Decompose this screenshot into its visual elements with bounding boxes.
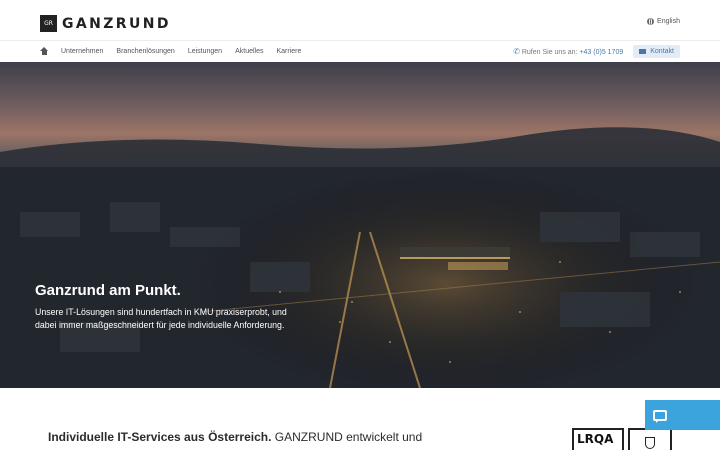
lrqa-badge: LRQA: [572, 428, 624, 450]
globe-icon: [647, 18, 655, 25]
hero-description: Unsere IT-Lösungen sind hundertfach in K…: [35, 307, 287, 330]
nav-item-unternehmen[interactable]: Unternehmen: [61, 48, 103, 55]
intro-rest: GANZRUND entwickelt und: [271, 430, 423, 444]
phone-number[interactable]: +43 (0)5 1709: [579, 49, 623, 56]
crest-badge: [628, 428, 672, 450]
hero-text: Ganzrund am Punkt. Unsere IT-Lösungen si…: [35, 282, 305, 332]
language-label: English: [657, 18, 680, 25]
phone-prefix: Rufen Sie uns an:: [521, 49, 578, 56]
hero-title: Ganzrund am Punkt.: [35, 282, 181, 299]
contact-button[interactable]: Kontakt: [633, 45, 680, 58]
chat-icon: [653, 409, 667, 423]
nav-item-leistungen[interactable]: Leistungen: [188, 48, 222, 55]
nav-item-aktuelles[interactable]: Aktuelles: [235, 48, 263, 55]
crest-icon: [645, 437, 655, 449]
nav-item-branchenloesungen[interactable]: Branchenlösungen: [116, 48, 174, 55]
mail-icon: [639, 49, 647, 54]
logo-mark: GR: [40, 15, 57, 32]
intro-bold: Individuelle IT-Services aus Österreich.: [48, 430, 272, 444]
main-navigation: Unternehmen Branchenlösungen Leistungen …: [0, 40, 720, 62]
logo-text: GANZRUND: [62, 15, 171, 32]
city-skyline-image: [0, 62, 720, 388]
phone-icon: ✆: [513, 47, 520, 56]
phone-info[interactable]: ✆ Rufen Sie uns an: +43 (0)5 1709: [513, 47, 623, 56]
certification-badges: LRQA: [572, 428, 672, 450]
home-icon[interactable]: [40, 47, 48, 55]
chat-button[interactable]: [645, 400, 720, 430]
contact-label: Kontakt: [650, 48, 674, 55]
hero-banner: Ganzrund am Punkt. Unsere IT-Lösungen si…: [0, 62, 720, 388]
language-switch[interactable]: English: [647, 18, 680, 25]
intro-text: Individuelle IT-Services aus Österreich.…: [48, 430, 468, 444]
logo[interactable]: GR GANZRUND: [40, 15, 171, 32]
top-bar: GR GANZRUND English: [0, 0, 720, 40]
nav-item-karriere[interactable]: Karriere: [276, 48, 301, 55]
